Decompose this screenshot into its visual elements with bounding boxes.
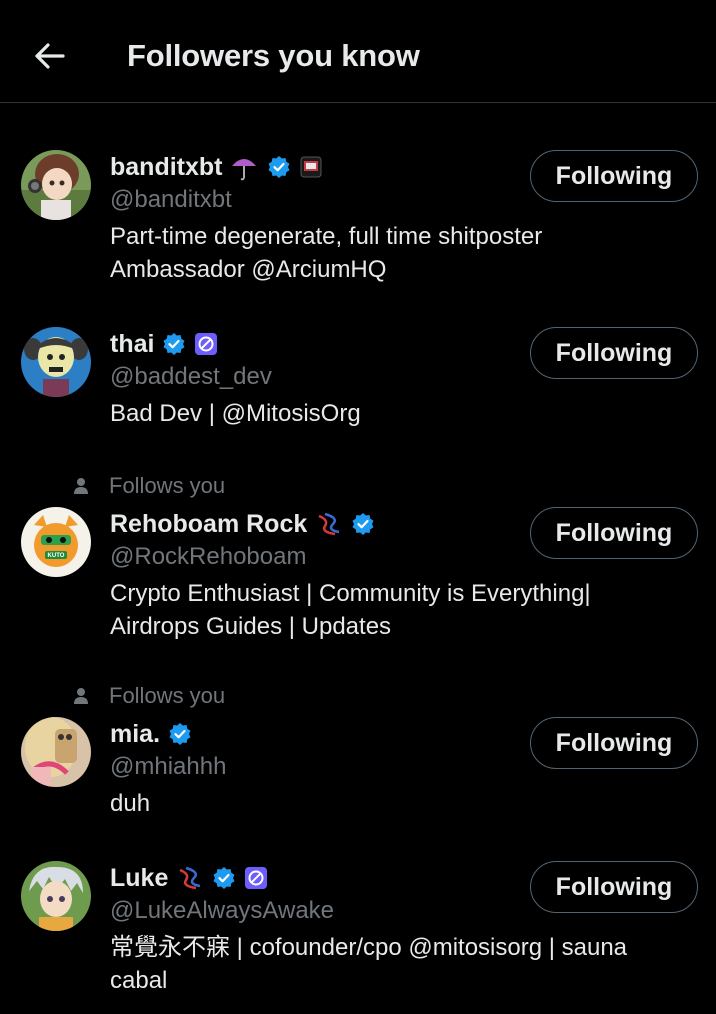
- follows-you-label: Follows you: [72, 683, 225, 709]
- mitosis-badge-icon: [244, 866, 268, 890]
- user-bio: Crypto Enthusiast | Community is Everyth…: [110, 577, 696, 643]
- follows-you-text: Follows you: [109, 473, 226, 498]
- avatar[interactable]: [21, 150, 91, 220]
- bio-line: Ambassador @ArciumHQ: [110, 256, 387, 283]
- follows-you-label: Follows you: [72, 473, 225, 499]
- umbrella-emoji-icon: [229, 152, 259, 182]
- dna-emoji-icon: [315, 510, 343, 538]
- bio-line: cabal: [110, 967, 168, 994]
- following-button[interactable]: Following: [530, 717, 698, 769]
- mitosis-badge-icon: [194, 332, 218, 356]
- follows-you-text: Follows you: [109, 683, 226, 708]
- person-icon: [74, 478, 88, 494]
- affiliate-badge-icon: [299, 155, 323, 179]
- avatar[interactable]: [21, 717, 91, 787]
- user-name[interactable]: thai: [110, 330, 154, 359]
- user-bio: Bad Dev | @MitosisOrg: [110, 397, 696, 430]
- user-name[interactable]: banditxbt: [110, 153, 223, 182]
- following-button[interactable]: Following: [530, 507, 698, 559]
- avatar[interactable]: KUTO: [21, 507, 91, 577]
- svg-text:KUTO: KUTO: [48, 553, 65, 559]
- verified-badge-icon: [162, 332, 186, 356]
- bio-line: 常覺永不寐 | cofounder/cpo @mitosisorg | saun…: [110, 934, 628, 961]
- dna-emoji-icon: [176, 864, 204, 892]
- page-title: Followers you know: [127, 38, 420, 73]
- bio-line: Part-time degenerate, full time shitpost…: [110, 223, 543, 250]
- bio-line: Airdrops Guides | Updates: [110, 613, 392, 640]
- following-button[interactable]: Following: [530, 327, 698, 379]
- user-name[interactable]: Rehoboam Rock: [110, 510, 307, 539]
- avatar[interactable]: [21, 327, 91, 397]
- user-bio: 常覺永不寐 | cofounder/cpo @mitosisorg | saun…: [110, 931, 696, 997]
- following-button[interactable]: Following: [530, 861, 698, 913]
- verified-badge-icon: [267, 155, 291, 179]
- verified-badge-icon: [212, 866, 236, 890]
- bio-line: Crypto Enthusiast | Community is Everyth…: [110, 580, 591, 607]
- user-name[interactable]: mia.: [110, 720, 160, 749]
- user-bio: Part-time degenerate, full time shitpost…: [110, 220, 696, 286]
- top-bar: Followers you know: [0, 0, 716, 103]
- bio-line: duh: [110, 790, 151, 817]
- bio-line: Bad Dev | @MitosisOrg: [110, 400, 361, 427]
- verified-badge-icon: [168, 722, 192, 746]
- avatar[interactable]: [21, 861, 91, 931]
- user-bio: duh: [110, 787, 696, 820]
- verified-badge-icon: [351, 512, 375, 536]
- following-button[interactable]: Following: [530, 150, 698, 202]
- person-icon: [74, 688, 88, 704]
- back-arrow-icon[interactable]: [30, 36, 70, 76]
- user-name[interactable]: Luke: [110, 864, 168, 893]
